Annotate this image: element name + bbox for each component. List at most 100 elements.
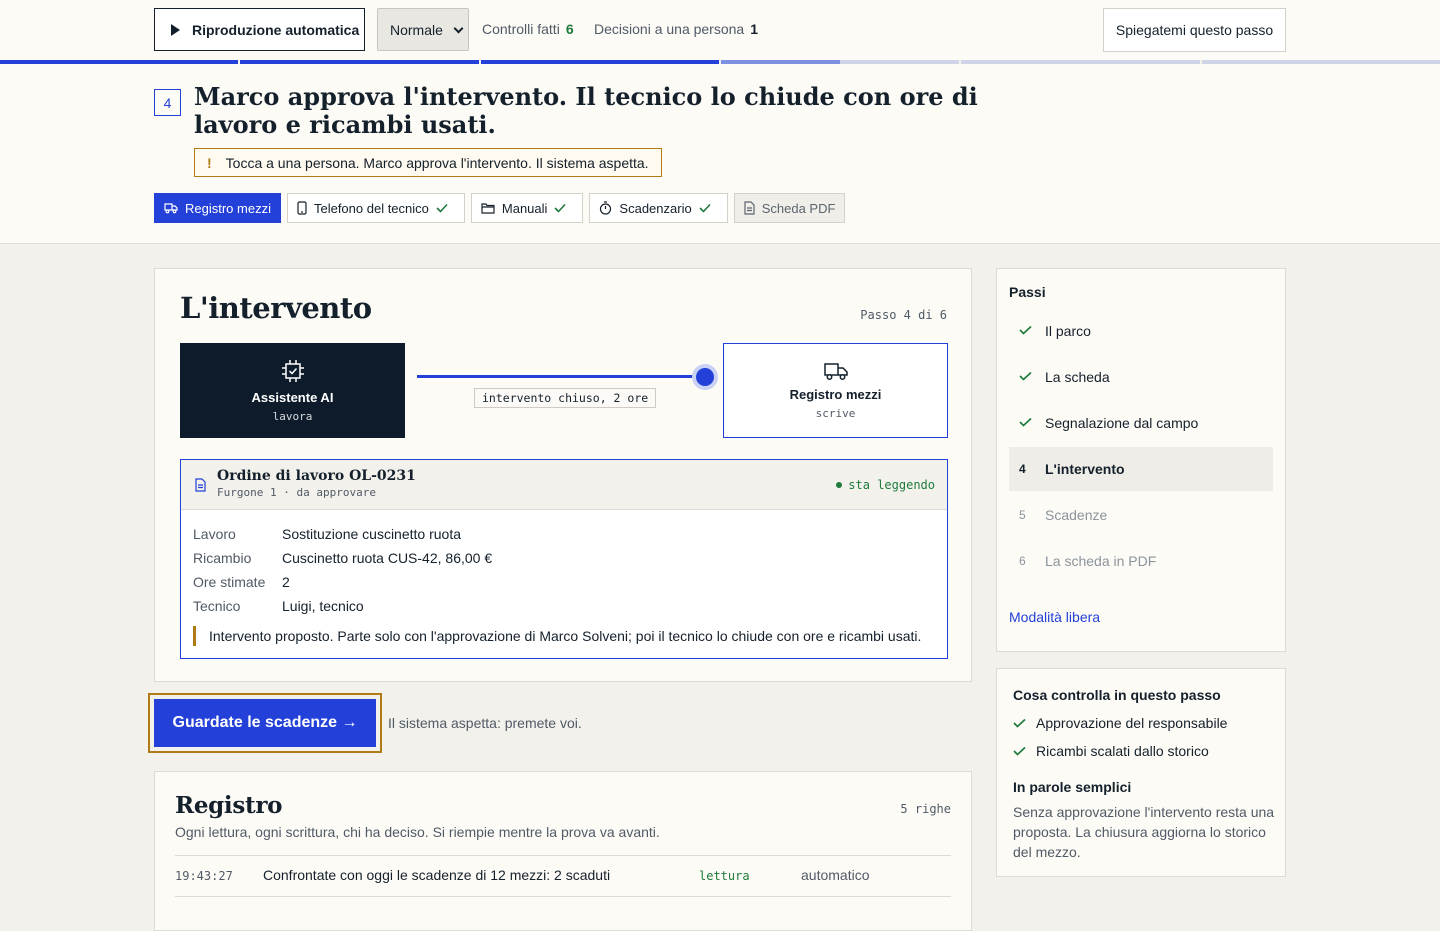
tool-telefono-tecnico[interactable]: Telefono del tecnico <box>286 193 465 223</box>
check-icon <box>699 203 711 213</box>
target-label: Registro mezzi <box>789 387 882 402</box>
folder-icon <box>481 203 495 214</box>
tool-scheda-pdf[interactable]: Scheda PDF <box>733 193 846 223</box>
check-icon <box>1013 746 1026 756</box>
plain-heading: In parole semplici <box>1013 779 1132 795</box>
tool-label: Telefono del tecnico <box>313 200 429 216</box>
steps-panel: Passi Il parco La scheda Segnalazione dal … <box>996 268 1286 652</box>
flow-pulse-dot <box>696 368 714 386</box>
view-deadlines-button[interactable]: Guardate le scadenze → <box>154 699 376 747</box>
target-status: scrive <box>815 407 856 420</box>
check-icon <box>436 203 448 213</box>
chip-icon <box>281 360 304 382</box>
explain-step-button[interactable]: Spiegatemi questo passo <box>1103 8 1286 52</box>
step-item-label: La scheda in PDF <box>1045 553 1157 569</box>
step-item[interactable]: La scheda <box>1009 355 1273 399</box>
log-kind: lettura <box>699 869 750 883</box>
truck-icon <box>164 203 178 214</box>
flow-node-source: Assistente AI lavora <box>180 343 405 438</box>
check-icon <box>1019 324 1045 338</box>
tool-label: Registro mezzi <box>185 200 271 216</box>
step-number-badge: 4 <box>154 89 181 116</box>
speed-select[interactable]: Normale <box>377 8 469 51</box>
document-icon <box>744 201 755 215</box>
checks-panel: Cosa controlla in questo passo Approvazi… <box>996 668 1286 877</box>
free-mode-link[interactable]: Modalità libera <box>1009 609 1100 625</box>
flow-connector <box>417 375 709 378</box>
step-number: 4 <box>1019 462 1026 476</box>
checks-label: Controlli fatti <box>482 21 560 37</box>
field-value: Luigi, tecnico <box>282 598 364 614</box>
step-item[interactable]: 4 L'intervento <box>1009 447 1273 491</box>
step-title: Marco approva l'intervento. Il tecnico l… <box>194 82 978 139</box>
cta-focus-ring: Guardate le scadenze → <box>148 693 382 753</box>
decisions-stat: Decisioni a una persona 1 <box>594 21 758 37</box>
plain-text: Senza approvazione l'intervento resta un… <box>1013 804 1275 860</box>
intervento-card: L'intervento Passo 4 di 6 Assistente AI … <box>154 268 972 682</box>
log-time: 19:43:27 <box>175 869 233 883</box>
top-bar: Riproduzione automatica Normale Controll… <box>0 0 1440 60</box>
step-item[interactable]: 6 La scheda in PDF <box>1009 539 1273 583</box>
tool-label: Manuali <box>501 200 548 216</box>
reading-status: sta leggendo <box>836 478 935 492</box>
log-subtitle: Ogni lettura, ogni scrittura, chi ha dec… <box>175 824 660 840</box>
step-item[interactable]: 5 Scadenze <box>1009 493 1273 537</box>
checks-heading: Cosa controlla in questo passo <box>1013 687 1221 703</box>
tool-registro-mezzi[interactable]: Registro mezzi <box>154 193 281 223</box>
tool-scadenzario[interactable]: Scadenzario <box>589 193 728 223</box>
exclamation-icon: ! <box>207 154 212 171</box>
field-row: Ore stimate 2 <box>193 570 492 594</box>
checks-stat: Controlli fatti 6 <box>482 21 574 37</box>
status-dot-icon <box>836 482 843 488</box>
log-row: 19:43:27 Confrontate con oggi le scadenz… <box>175 855 951 897</box>
steps-heading: Passi <box>1009 284 1046 300</box>
tool-tabs: Registro mezzi Telefono del tecnico Manu… <box>154 193 846 223</box>
field-value: 2 <box>282 574 290 590</box>
step-number: 5 <box>1019 508 1026 522</box>
field-row: Lavoro Sostituzione cuscinetto ruota <box>193 522 492 546</box>
work-order-note: Intervento proposto. Parte solo con l'ap… <box>193 626 921 646</box>
document-icon <box>195 478 206 492</box>
step-item[interactable]: Il parco <box>1009 309 1273 353</box>
field-value: Cuscinetto ruota CUS-42, 86,00 € <box>282 550 493 566</box>
step-item-label: Il parco <box>1045 323 1091 339</box>
tool-manuali[interactable]: Manuali <box>470 193 584 223</box>
step-item[interactable]: Segnalazione dal campo <box>1009 401 1273 445</box>
step-number: 6 <box>1019 554 1026 568</box>
cta-hint: Il sistema aspetta: premete voi. <box>388 715 582 731</box>
check-icon <box>1019 416 1045 430</box>
speed-value: Normale <box>390 21 443 38</box>
work-order-title: Ordine di lavoro OL-0231 <box>217 468 416 484</box>
check-item: Ricambi scalati dallo storico <box>1013 743 1209 759</box>
tool-label: Scadenzario <box>619 200 692 216</box>
check-item-label: Ricambi scalati dallo storico <box>1036 743 1209 759</box>
decisions-count: 1 <box>750 21 759 37</box>
truck-icon <box>823 363 848 380</box>
phone-icon <box>297 201 307 215</box>
log-message: Confrontate con oggi le scadenze di 12 m… <box>263 867 611 883</box>
autoplay-label: Riproduzione automatica <box>192 21 360 38</box>
check-item-label: Approvazione del responsabile <box>1036 715 1228 731</box>
field-key: Ricambio <box>193 550 252 566</box>
log-heading: Registro <box>175 792 283 819</box>
field-value: Sostituzione cuscinetto ruota <box>282 526 461 542</box>
flow-edge-label: intervento chiuso, 2 ore <box>474 388 657 408</box>
decisions-label: Decisioni a una persona <box>594 21 745 37</box>
log-count: 5 righe <box>900 802 951 816</box>
source-status: lavora <box>272 410 313 423</box>
chevron-down-icon <box>453 23 464 34</box>
work-order-subtitle: Furgone 1 · da approvare <box>217 486 376 499</box>
step-counter: Passo 4 di 6 <box>860 308 947 322</box>
stopwatch-icon <box>600 201 612 215</box>
tool-label: Scheda PDF <box>761 200 836 216</box>
flow-node-target: Registro mezzi scrive <box>723 343 948 438</box>
source-label: Assistente AI <box>251 390 334 405</box>
work-order-fields: Lavoro Sostituzione cuscinetto ruota Rica… <box>193 522 492 618</box>
human-decision-warning: ! Tocca a una persona. Marco approva l'i… <box>194 148 662 177</box>
field-row: Tecnico Luigi, tecnico <box>193 594 492 618</box>
check-item: Approvazione del responsabile <box>1013 715 1227 731</box>
field-key: Tecnico <box>193 598 241 614</box>
step-item-label: La scheda <box>1045 369 1110 385</box>
autoplay-button[interactable]: Riproduzione automatica <box>154 8 365 51</box>
log-card: Registro 5 righe Ogni lettura, ogni scri… <box>154 771 972 931</box>
